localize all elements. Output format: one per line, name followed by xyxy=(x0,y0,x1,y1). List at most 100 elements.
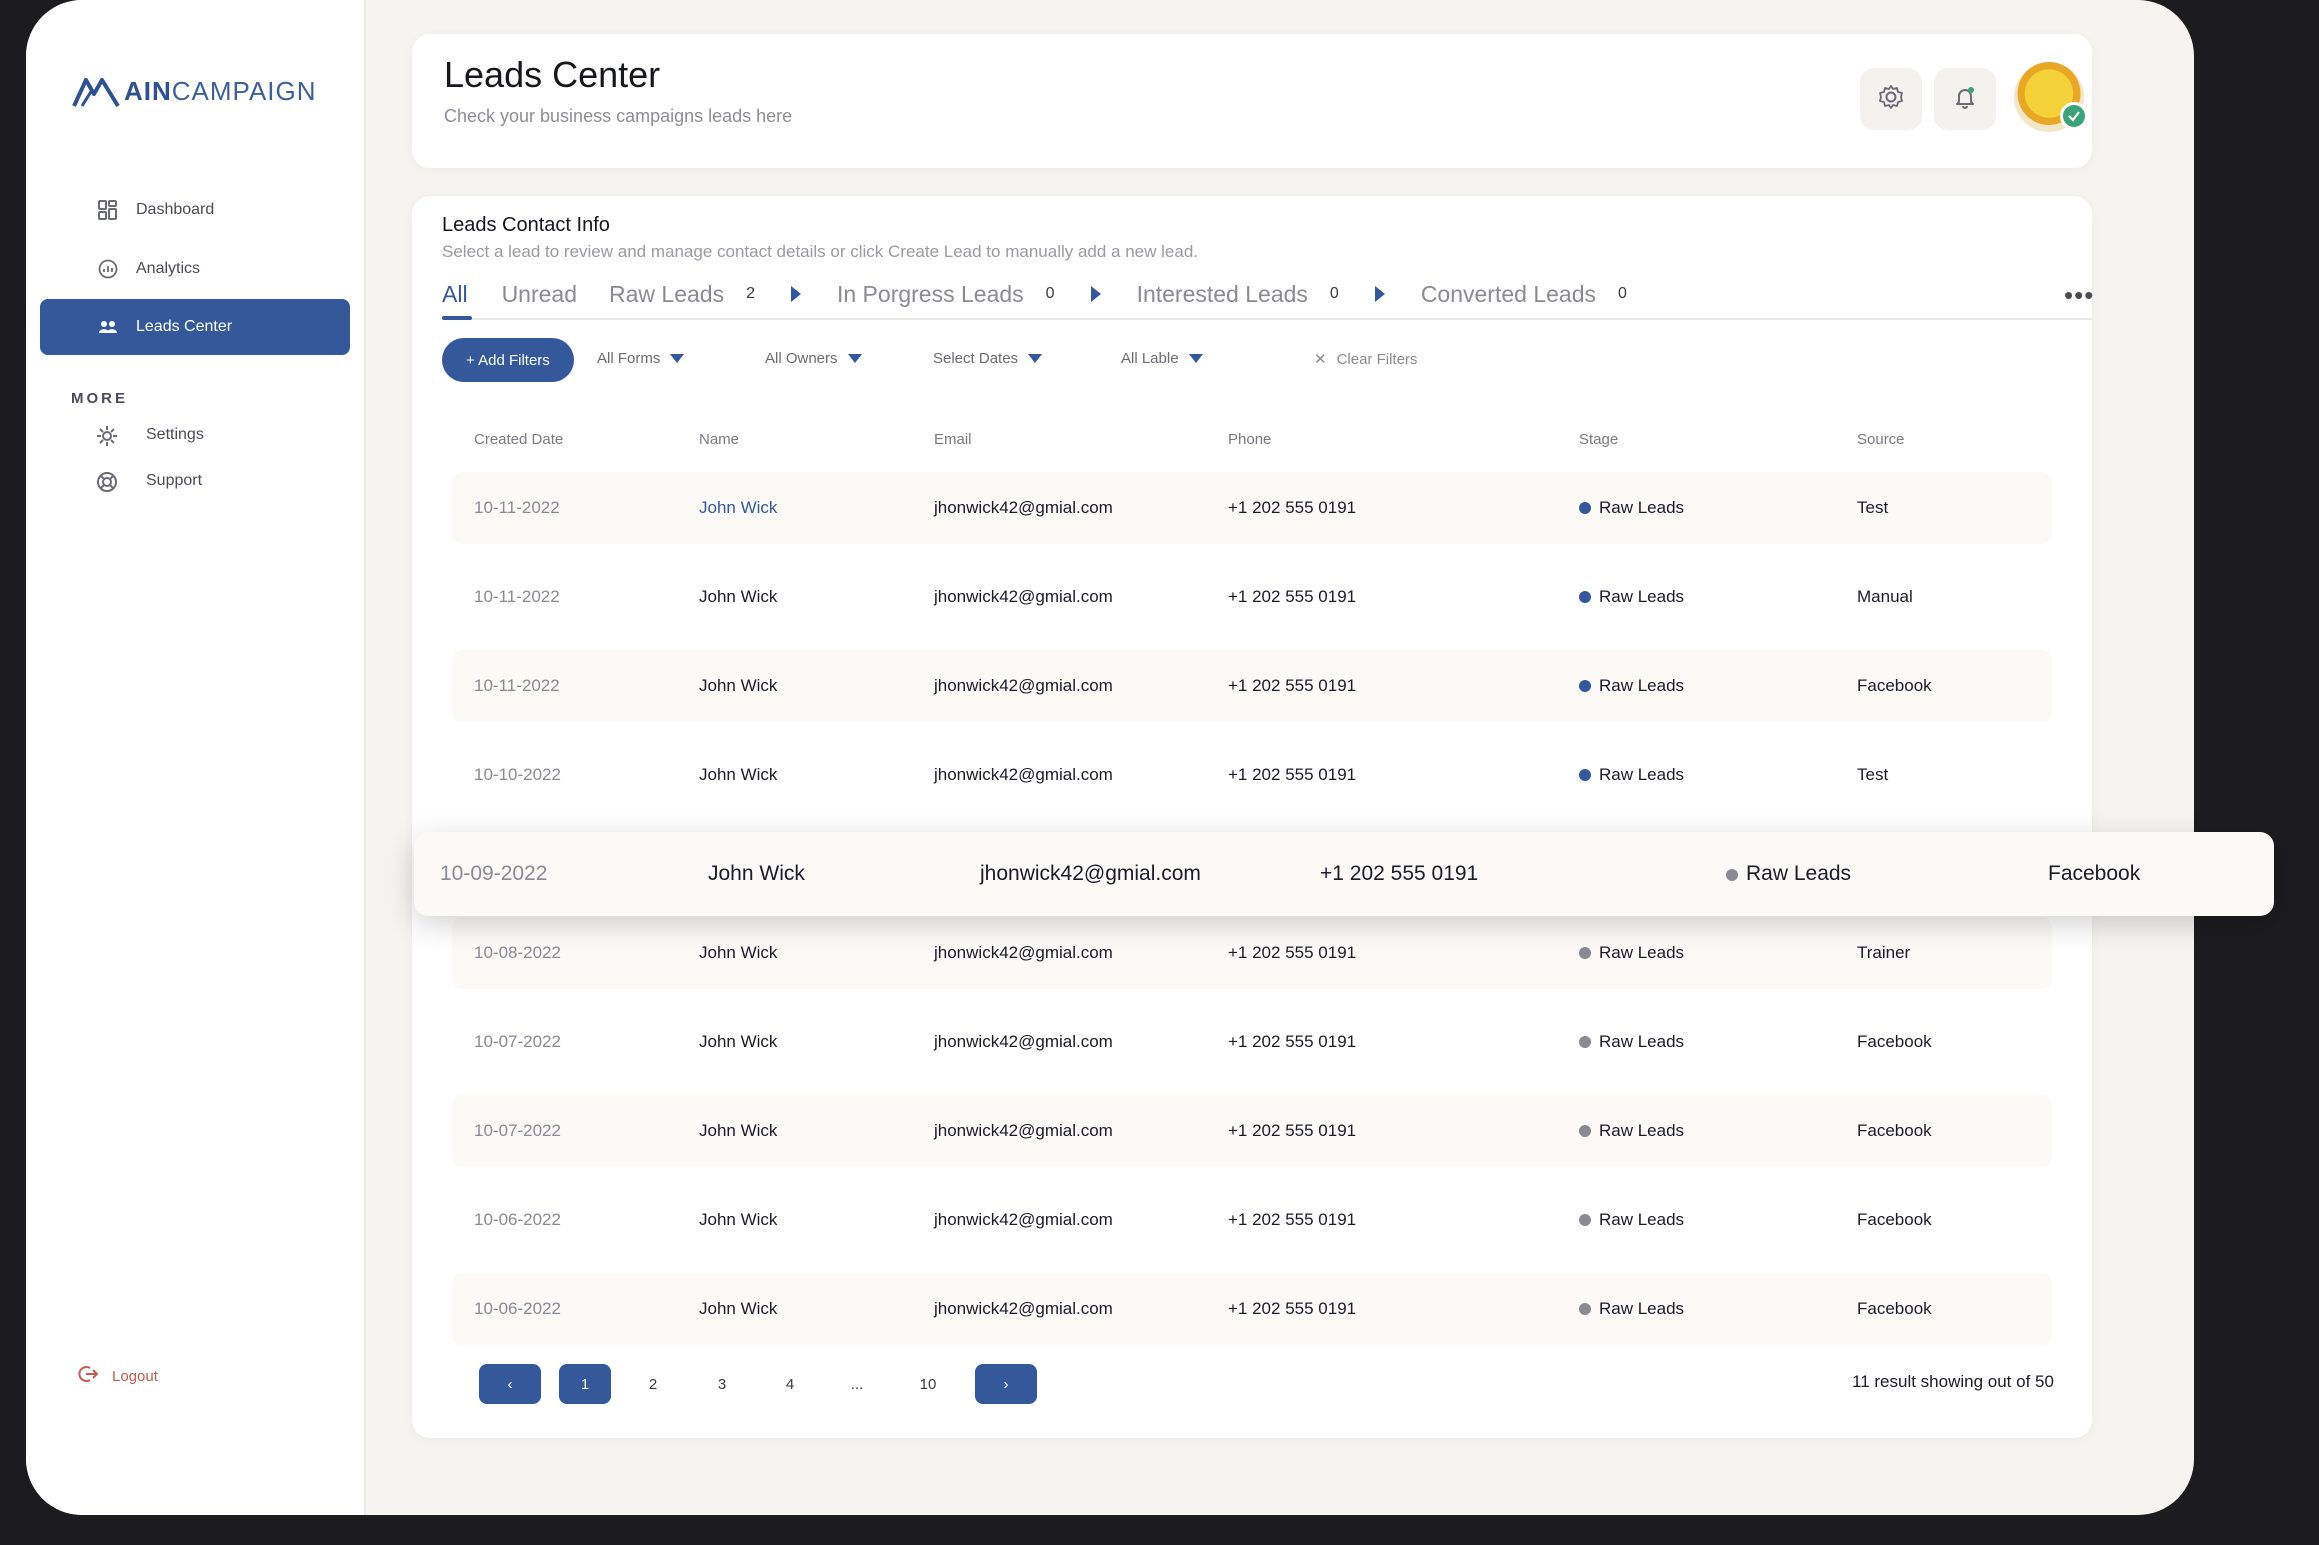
cell-phone: +1 202 555 0191 xyxy=(1228,587,1357,606)
cell-source: Facebook xyxy=(1857,1299,1932,1318)
stage-dot-icon xyxy=(1726,869,1738,881)
page-subtitle: Check your business campaigns leads here xyxy=(444,106,793,126)
more-options-icon[interactable]: ••• xyxy=(2064,280,2094,311)
sidebar-item-label: Support xyxy=(146,472,203,489)
cell-name[interactable]: John Wick xyxy=(699,676,777,696)
page-button[interactable]: 1 xyxy=(559,1364,611,1404)
sidebar-item-settings[interactable]: Settings xyxy=(40,412,350,458)
cell-stage: Raw Leads xyxy=(1579,1121,1684,1141)
sidebar-item-analytics[interactable]: Analytics xyxy=(40,241,350,297)
cell-name[interactable]: John Wick xyxy=(699,1121,777,1141)
cell-source: Facebook xyxy=(1857,1032,1932,1051)
cell-stage: Raw Leads xyxy=(1579,587,1684,607)
logo-text: AINCAMPAIGN xyxy=(124,75,317,106)
table-row[interactable]: 10-11-2022 John Wick jhonwick42@gmial.co… xyxy=(452,561,2052,633)
page-ellipsis: ... xyxy=(850,1375,864,1393)
stage-dot-icon xyxy=(1579,680,1591,692)
settings-button[interactable] xyxy=(1860,68,1922,130)
cell-date: 10-09-2022 xyxy=(440,862,548,885)
page-button[interactable]: 10 xyxy=(902,1364,954,1404)
forms-filter-dropdown[interactable]: All Forms xyxy=(597,350,685,367)
cell-name[interactable]: John Wick xyxy=(699,498,777,518)
more-section-title: MORE xyxy=(71,390,128,407)
cell-phone: +1 202 555 0191 xyxy=(1228,1121,1357,1140)
cell-stage: Raw Leads xyxy=(1579,943,1684,963)
tab-in-progress-leads[interactable]: In Porgress Leads 0 xyxy=(837,281,1137,308)
table-row[interactable]: 10-10-2022 John Wick jhonwick42@gmial.co… xyxy=(452,739,2052,811)
table-row[interactable]: 10-11-2022 John Wick jhonwick42@gmial.co… xyxy=(452,650,2052,722)
page-button[interactable]: 4 xyxy=(764,1364,816,1404)
column-header-name[interactable]: Name xyxy=(699,431,739,448)
logout-label: Logout xyxy=(112,1367,158,1385)
prev-page-button[interactable]: ‹ xyxy=(479,1364,541,1404)
tab-raw-leads[interactable]: Raw Leads 2 xyxy=(609,281,837,308)
app-window: AINCAMPAIGN Dashboard Analytics Leads Ce… xyxy=(26,0,2194,1515)
sidebar-item-leads-center[interactable]: Leads Center xyxy=(40,299,350,355)
cell-date: 10-11-2022 xyxy=(474,676,560,695)
cell-date: 10-08-2022 xyxy=(474,943,561,962)
add-filters-button[interactable]: + Add Filters xyxy=(442,338,574,382)
cell-name[interactable]: John Wick xyxy=(699,765,777,785)
logout-button[interactable]: Logout xyxy=(78,1364,158,1388)
cell-source: Trainer xyxy=(1857,943,1911,962)
clear-filters-button[interactable]: ✕ Clear Filters xyxy=(1314,350,1417,369)
cell-name[interactable]: John Wick xyxy=(699,1210,777,1230)
stage-dot-icon xyxy=(1579,947,1591,959)
cell-email: jhonwick42@gmial.com xyxy=(934,1299,1113,1318)
cell-name[interactable]: John Wick xyxy=(708,862,805,886)
column-header-source[interactable]: Source xyxy=(1857,431,1905,448)
cell-stage: Raw Leads xyxy=(1579,765,1684,785)
dragged-table-row[interactable]: 10-09-2022 John Wick jhonwick42@gmial.co… xyxy=(414,832,2274,916)
cell-date: 10-06-2022 xyxy=(474,1299,561,1318)
sidebar-item-dashboard[interactable]: Dashboard xyxy=(40,182,350,238)
page-button[interactable]: 3 xyxy=(696,1364,748,1404)
dates-filter-dropdown[interactable]: Select Dates xyxy=(933,350,1043,367)
cell-phone: +1 202 555 0191 xyxy=(1320,862,1479,885)
cell-source: Test xyxy=(1857,765,1889,784)
support-lifebuoy-icon xyxy=(96,471,117,492)
cell-source: Manual xyxy=(1857,587,1913,606)
sidebar-item-support[interactable]: Support xyxy=(40,458,350,504)
cell-stage: Raw Leads xyxy=(1579,1299,1684,1319)
tab-unread[interactable]: Unread xyxy=(502,281,577,308)
app-logo[interactable]: AINCAMPAIGN xyxy=(72,74,317,108)
tab-converted-leads[interactable]: Converted Leads 0 xyxy=(1421,281,1627,308)
stage-dot-icon xyxy=(1579,1036,1591,1048)
column-header-email[interactable]: Email xyxy=(934,431,972,448)
cell-name[interactable]: John Wick xyxy=(699,587,777,607)
sidebar-item-label: Dashboard xyxy=(136,201,215,218)
next-page-button[interactable]: › xyxy=(975,1364,1037,1404)
column-header-created-date[interactable]: Created Date xyxy=(474,431,563,448)
cell-name[interactable]: John Wick xyxy=(699,1032,777,1052)
tab-arrow-icon xyxy=(1374,286,1385,302)
sidebar-item-label: Settings xyxy=(146,426,204,443)
filter-bar: + Add Filters xyxy=(442,338,574,382)
label-filter-dropdown[interactable]: All Lable xyxy=(1121,350,1203,367)
cell-name[interactable]: John Wick xyxy=(699,1299,777,1319)
table-row[interactable]: 10-07-2022 John Wick jhonwick42@gmial.co… xyxy=(452,1006,2052,1078)
owners-filter-dropdown[interactable]: All Owners xyxy=(765,350,862,367)
notifications-button[interactable] xyxy=(1934,68,1996,130)
table-row[interactable]: 10-06-2022 John Wick jhonwick42@gmial.co… xyxy=(452,1184,2052,1256)
table-row[interactable]: 10-11-2022 John Wick jhonwick42@gmial.co… xyxy=(452,472,2052,544)
sidebar-nav: Dashboard Analytics Leads Center xyxy=(40,182,350,355)
table-row[interactable]: 10-08-2022 John Wick jhonwick42@gmial.co… xyxy=(452,917,2052,989)
leads-card: Leads Contact Info Select a lead to revi… xyxy=(412,196,2094,1438)
tab-count: 0 xyxy=(1045,285,1055,302)
sidebar-more-nav: Settings Support xyxy=(40,412,350,504)
tab-interested-leads[interactable]: Interested Leads 0 xyxy=(1137,281,1421,308)
column-header-stage[interactable]: Stage xyxy=(1579,431,1618,448)
cell-phone: +1 202 555 0191 xyxy=(1228,1210,1357,1229)
cell-date: 10-11-2022 xyxy=(474,587,560,606)
column-header-phone[interactable]: Phone xyxy=(1228,431,1271,448)
cell-email: jhonwick42@gmial.com xyxy=(934,1121,1113,1140)
table-row[interactable]: 10-07-2022 John Wick jhonwick42@gmial.co… xyxy=(452,1095,2052,1167)
tab-arrow-icon xyxy=(1090,286,1101,302)
tab-all[interactable]: All xyxy=(442,281,468,308)
tabs-divider xyxy=(442,318,2092,320)
cell-name[interactable]: John Wick xyxy=(699,943,777,963)
page-button[interactable]: 2 xyxy=(627,1364,679,1404)
table-row[interactable]: 10-06-2022 John Wick jhonwick42@gmial.co… xyxy=(452,1273,2052,1345)
cell-date: 10-06-2022 xyxy=(474,1210,561,1229)
cell-date: 10-10-2022 xyxy=(474,765,561,784)
